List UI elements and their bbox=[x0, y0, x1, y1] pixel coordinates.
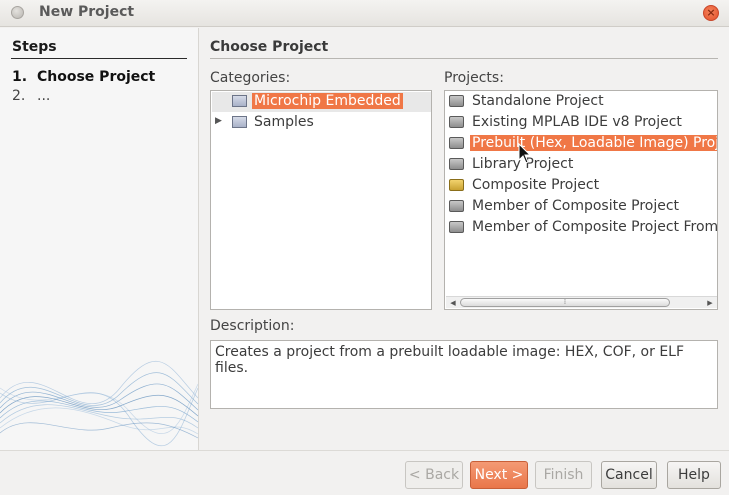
composite-project-icon bbox=[449, 179, 464, 191]
decorative-waves-image bbox=[0, 361, 198, 446]
next-button[interactable]: Next > bbox=[470, 461, 528, 489]
button-bar-divider bbox=[0, 450, 729, 451]
steps-divider bbox=[11, 58, 187, 59]
steps-panel: Steps 1. Choose Project 2.... bbox=[0, 28, 198, 450]
step-number: 2. bbox=[12, 88, 26, 104]
project-item-composite[interactable]: Composite Project bbox=[445, 176, 717, 196]
project-item-existing-mplab[interactable]: Existing MPLAB IDE v8 Project bbox=[445, 113, 717, 133]
step-item-choose-project: 1. Choose Project bbox=[12, 69, 155, 85]
folder-icon bbox=[232, 95, 247, 107]
horizontal-scrollbar[interactable]: ◀ ⁞ ▶ bbox=[446, 296, 717, 308]
step-label: ... bbox=[37, 88, 51, 104]
scroll-right-icon[interactable]: ▶ bbox=[705, 298, 715, 308]
help-button[interactable]: Help bbox=[667, 461, 721, 489]
project-label: Existing MPLAB IDE v8 Project bbox=[472, 114, 682, 130]
description-box: Creates a project from a prebuilt loadab… bbox=[210, 340, 718, 409]
finish-button[interactable]: Finish bbox=[535, 461, 592, 489]
project-label: Prebuilt (Hex, Loadable Image) Proje bbox=[470, 135, 718, 151]
step-label: Choose Project bbox=[37, 69, 156, 85]
category-label: Samples bbox=[254, 114, 314, 130]
projects-label: Projects: bbox=[444, 70, 504, 86]
step-number: 1. bbox=[12, 69, 28, 85]
mouse-cursor-icon bbox=[518, 143, 532, 164]
steps-title: Steps bbox=[12, 39, 57, 55]
category-item-microchip-embedded[interactable]: Microchip Embedded bbox=[211, 92, 431, 112]
folder-icon bbox=[232, 116, 247, 128]
project-label: Standalone Project bbox=[472, 93, 604, 109]
project-label: Member of Composite Project bbox=[472, 198, 680, 214]
project-icon bbox=[449, 137, 464, 149]
category-label: Microchip Embedded bbox=[252, 93, 403, 109]
project-icon bbox=[449, 116, 464, 128]
project-item-prebuilt[interactable]: Prebuilt (Hex, Loadable Image) Proje bbox=[445, 134, 717, 154]
description-text: Creates a project from a prebuilt loadab… bbox=[215, 344, 685, 376]
title-divider bbox=[210, 58, 718, 59]
categories-label: Categories: bbox=[210, 70, 291, 86]
step-item-next: 2.... bbox=[12, 88, 50, 104]
project-item-library[interactable]: Library Project bbox=[445, 155, 717, 175]
category-item-samples[interactable]: ▶ Samples bbox=[211, 113, 431, 133]
project-label: Composite Project bbox=[472, 177, 600, 193]
panel-divider bbox=[198, 28, 199, 450]
description-label: Description: bbox=[210, 318, 295, 334]
project-item-standalone[interactable]: Standalone Project bbox=[445, 92, 717, 112]
categories-list[interactable]: Microchip Embedded ▶ Samples bbox=[210, 90, 432, 310]
title-bar: New Project × bbox=[0, 0, 729, 27]
project-icon bbox=[449, 95, 464, 107]
project-item-member-composite-from[interactable]: Member of Composite Project From bbox=[445, 218, 717, 238]
project-icon bbox=[449, 158, 464, 170]
project-item-member-composite[interactable]: Member of Composite Project bbox=[445, 197, 717, 217]
project-icon bbox=[449, 200, 464, 212]
cancel-button[interactable]: Cancel bbox=[601, 461, 657, 489]
scroll-left-icon[interactable]: ◀ bbox=[448, 298, 458, 308]
page-title: Choose Project bbox=[210, 39, 329, 55]
window-menu-icon[interactable] bbox=[11, 6, 24, 19]
scrollbar-thumb[interactable]: ⁞ bbox=[460, 298, 670, 307]
back-button[interactable]: < Back bbox=[405, 461, 463, 489]
project-label: Member of Composite Project From bbox=[472, 219, 718, 235]
projects-list[interactable]: Standalone Project Existing MPLAB IDE v8… bbox=[444, 90, 718, 310]
close-icon[interactable]: × bbox=[703, 5, 719, 21]
window-title: New Project bbox=[39, 4, 135, 20]
project-icon bbox=[449, 221, 464, 233]
expand-arrow-icon[interactable]: ▶ bbox=[215, 116, 222, 126]
